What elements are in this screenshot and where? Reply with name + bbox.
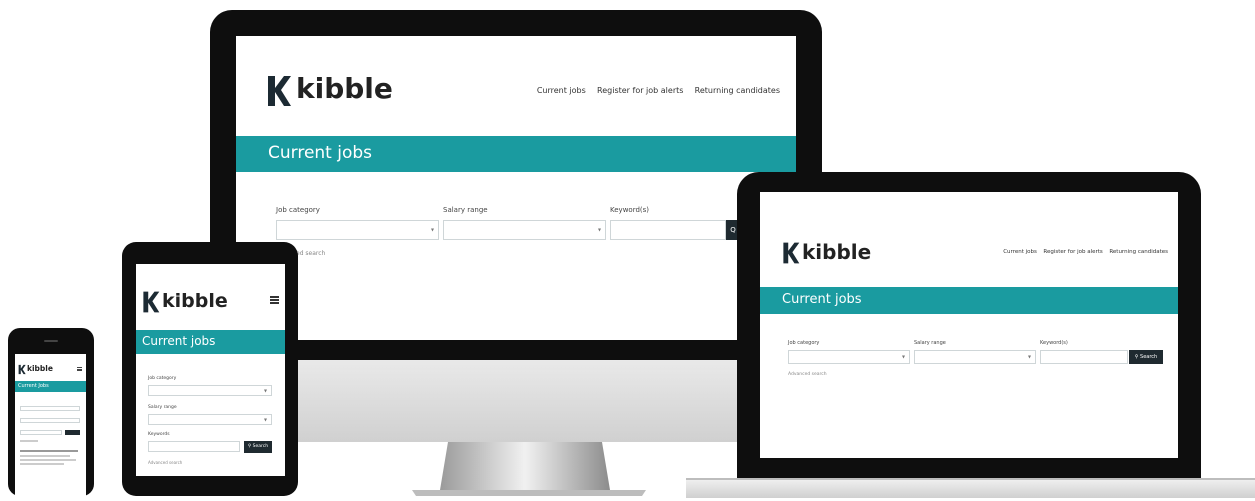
job-category-label: Job category: [788, 340, 820, 346]
chevron-down-icon: ▾: [597, 226, 601, 234]
page-title: Current jobs: [142, 334, 216, 348]
logo-text: kibble: [162, 290, 228, 312]
nav-register-job-alerts[interactable]: Register for job alerts: [597, 86, 683, 95]
tablet-screen: kibble Current jobs Job category ▾ Salar…: [136, 264, 285, 476]
page-title: Current jobs: [268, 143, 373, 163]
nav-current-jobs[interactable]: Current jobs: [1003, 249, 1037, 255]
logo-text: kibble: [802, 240, 872, 264]
monitor-chin: [210, 360, 822, 442]
search-icon: ⚲: [1134, 354, 1139, 360]
advanced-search-link[interactable]: [20, 440, 38, 442]
top-nav: Current jobs Register for job alerts Ret…: [537, 86, 780, 95]
search-button[interactable]: ⚲ Search: [1129, 350, 1163, 364]
kibble-k-logo-icon: [783, 242, 800, 264]
page-banner: Current jobs: [236, 136, 796, 172]
salary-range-label: Salary range: [443, 206, 488, 214]
phone-speaker-icon: [44, 340, 58, 342]
job-category-select[interactable]: [20, 406, 80, 411]
chevron-down-icon: ▾: [263, 387, 267, 394]
list-item: [20, 450, 78, 452]
salary-range-select[interactable]: ▾: [443, 220, 606, 240]
search-button-label: Search: [1140, 354, 1158, 360]
keywords-label: Keywords: [148, 432, 170, 437]
top-nav: Current jobs Register for job alerts Ret…: [1003, 249, 1168, 255]
page-banner: Current jobs: [760, 287, 1178, 314]
kibble-k-logo-icon: [268, 76, 291, 106]
page-banner: Current Jobs: [15, 381, 86, 392]
job-category-select[interactable]: ▾: [788, 350, 910, 364]
salary-range-label: Salary range: [914, 340, 946, 346]
job-category-label: Job category: [148, 376, 177, 381]
list-item: [20, 463, 64, 465]
advanced-search-link[interactable]: Advanced search: [148, 460, 182, 465]
nav-register-job-alerts[interactable]: Register for job alerts: [1043, 249, 1102, 255]
keywords-input[interactable]: [148, 441, 240, 452]
laptop-screen: kibble Current jobs Register for job ale…: [760, 192, 1178, 458]
search-icon: ⚲: [247, 444, 252, 449]
salary-range-label: Salary range: [148, 405, 177, 410]
keywords-input[interactable]: [610, 220, 726, 240]
phone-screen: kibble Current Jobs: [15, 354, 86, 496]
keywords-input[interactable]: [1040, 350, 1128, 364]
nav-current-jobs[interactable]: Current jobs: [537, 86, 586, 95]
salary-range-select[interactable]: ▾: [148, 414, 272, 425]
page-banner: Current jobs: [136, 330, 285, 354]
job-category-select[interactable]: ▾: [148, 385, 272, 396]
search-button[interactable]: [65, 430, 80, 435]
chevron-down-icon: ▾: [901, 353, 905, 361]
kibble-k-logo-icon: [143, 291, 160, 313]
search-button[interactable]: ⚲ Search: [244, 441, 272, 453]
job-category-label: Job category: [276, 206, 320, 214]
keywords-input[interactable]: [20, 430, 62, 435]
chevron-down-icon: ▾: [430, 226, 434, 234]
list-item: [20, 459, 76, 461]
advanced-search-link[interactable]: ed search: [296, 250, 325, 257]
nav-returning-candidates[interactable]: Returning candidates: [695, 86, 780, 95]
advanced-search-link[interactable]: Advanced search: [788, 372, 827, 377]
page-title: Current jobs: [782, 292, 862, 307]
logo-text: kibble: [27, 364, 53, 373]
salary-range-select[interactable]: [20, 418, 80, 423]
kibble-k-logo-icon: [18, 364, 26, 375]
hamburger-menu-icon[interactable]: [77, 367, 82, 371]
laptop-base: [686, 478, 1255, 498]
keywords-label: Keyword(s): [1040, 340, 1068, 346]
monitor-screen: kibble Current jobs Register for job ale…: [236, 36, 796, 340]
search-button-label: Search: [252, 444, 269, 449]
chevron-down-icon: ▾: [1027, 353, 1031, 361]
list-item: [20, 455, 70, 457]
chevron-down-icon: ▾: [263, 416, 267, 423]
logo-text: kibble: [296, 72, 393, 105]
job-category-select[interactable]: ▾: [276, 220, 439, 240]
salary-range-select[interactable]: ▾: [914, 350, 1036, 364]
keywords-label: Keyword(s): [610, 206, 650, 214]
nav-returning-candidates[interactable]: Returning candidates: [1109, 249, 1168, 255]
hamburger-menu-icon[interactable]: [270, 296, 279, 304]
page-title: Current Jobs: [18, 383, 49, 389]
